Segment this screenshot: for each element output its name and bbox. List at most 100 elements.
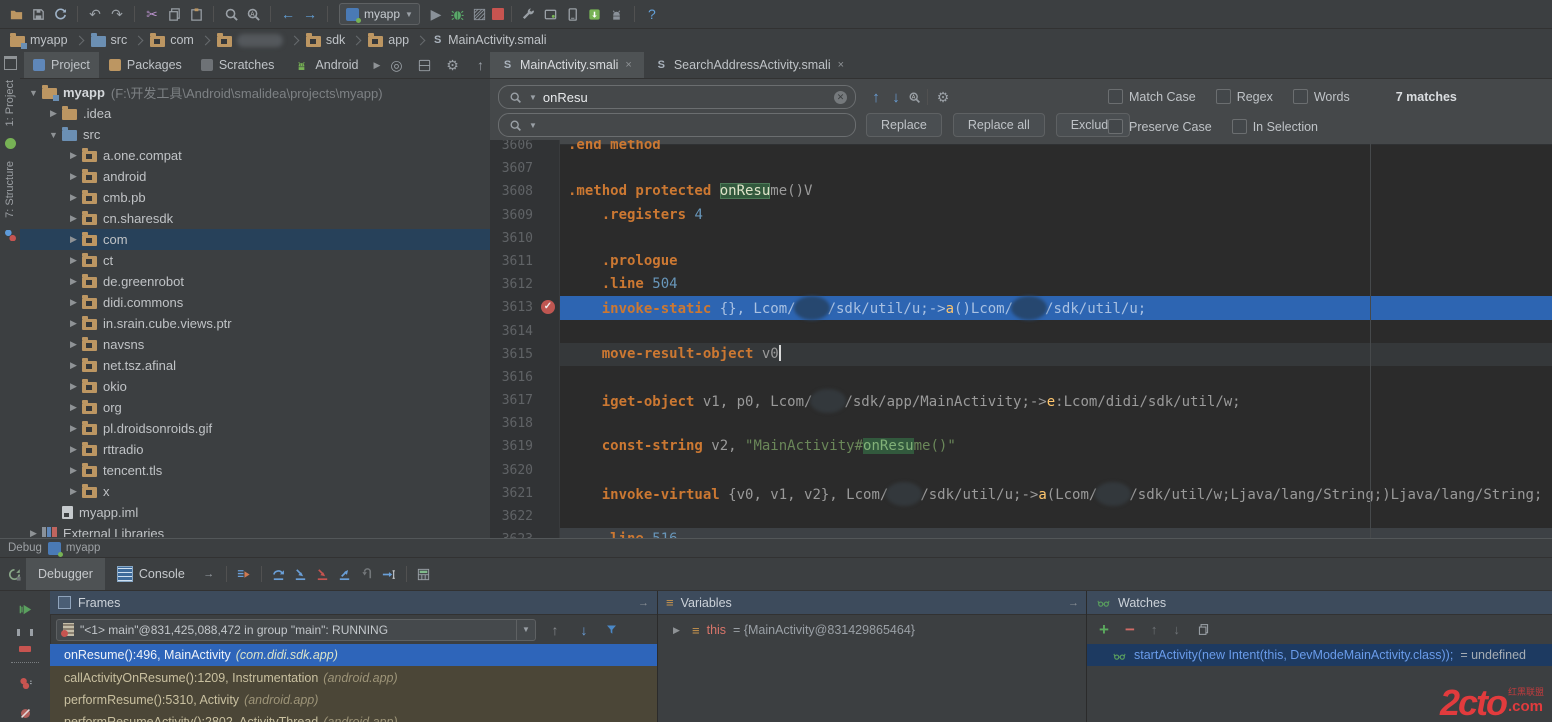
find-all-icon[interactable]: A: [906, 89, 922, 105]
duplicate-watch-icon[interactable]: [1196, 622, 1212, 638]
line-number[interactable]: 3610: [490, 227, 560, 250]
project-tree-item[interactable]: ▶tencent.tls: [20, 460, 490, 481]
expand-arrow[interactable]: ▶: [65, 213, 82, 224]
line-number[interactable]: 3618: [490, 412, 560, 435]
project-tree-item[interactable]: ▶didi.commons: [20, 292, 490, 313]
close-icon[interactable]: ×: [838, 59, 844, 71]
line-number[interactable]: 3607: [490, 157, 560, 180]
project-tree-item[interactable]: myapp.iml: [20, 502, 490, 523]
thread-select[interactable]: "<1> main"@831,425,088,472 in group "mai…: [56, 619, 536, 641]
project-tree-item[interactable]: ▶android: [20, 166, 490, 187]
line-number[interactable]: 3619: [490, 435, 560, 458]
expand-arrow[interactable]: ▼: [45, 130, 62, 140]
collapse-all-icon[interactable]: ↑: [471, 55, 491, 75]
frame-up-icon[interactable]: ↑: [545, 620, 565, 640]
checkbox[interactable]: [1108, 119, 1123, 134]
expand-arrow[interactable]: ▶: [65, 402, 82, 413]
stack-frame-row[interactable]: performResume():5310, Activity(android.a…: [50, 689, 657, 711]
project-tree-item[interactable]: ▶rttradio: [20, 439, 490, 460]
mute-breakpoints-icon[interactable]: [15, 703, 35, 722]
checkbox[interactable]: [1108, 89, 1123, 104]
attach-debugger-icon[interactable]: [563, 4, 583, 24]
expand-arrow[interactable]: ▶: [65, 192, 82, 203]
line-number[interactable]: 3612: [490, 273, 560, 296]
android-install-icon[interactable]: [585, 4, 605, 24]
project-tree-item[interactable]: ▶cn.sharesdk: [20, 208, 490, 229]
step-into-icon[interactable]: [291, 564, 311, 584]
stop-icon[interactable]: [492, 8, 504, 20]
breadcrumb-item[interactable]: src: [91, 33, 128, 47]
paste-icon[interactable]: [186, 4, 206, 24]
back-icon[interactable]: ←: [278, 4, 298, 24]
next-occurrence-icon[interactable]: ↓: [886, 87, 906, 107]
tab-project[interactable]: Project: [24, 52, 99, 78]
sync-icon[interactable]: [50, 4, 70, 24]
line-number[interactable]: 3614: [490, 320, 560, 343]
expand-arrow[interactable]: ▶: [65, 444, 82, 455]
expand-arrow[interactable]: ▶: [65, 276, 82, 287]
expand-arrow[interactable]: ▶: [65, 297, 82, 308]
expand-arrow[interactable]: ▶: [65, 381, 82, 392]
copy-icon[interactable]: [164, 4, 184, 24]
move-watch-down-icon[interactable]: ↓: [1173, 622, 1180, 637]
checkbox[interactable]: [1293, 89, 1308, 104]
option-words[interactable]: Words: [1293, 89, 1350, 104]
undo-icon[interactable]: ↶: [85, 4, 105, 24]
chevron-down-icon[interactable]: ▼: [516, 620, 535, 640]
debug-icon[interactable]: [448, 4, 468, 24]
editor-tab[interactable]: SSearchAddressActivity.smali×: [644, 52, 856, 78]
project-tree-item[interactable]: ▶x: [20, 481, 490, 502]
evaluate-expression-icon[interactable]: [414, 564, 434, 584]
drop-frame-icon[interactable]: [357, 564, 377, 584]
find-icon[interactable]: [221, 4, 241, 24]
tab-scratches[interactable]: Scratches: [192, 52, 284, 78]
option-regex[interactable]: Regex: [1216, 89, 1273, 104]
search-input[interactable]: ▼ onResu ✕: [498, 85, 856, 109]
project-tree-item[interactable]: ▶okio: [20, 376, 490, 397]
sdk-manager-icon[interactable]: [519, 4, 539, 24]
project-tree-item[interactable]: ▶navsns: [20, 334, 490, 355]
hide-frames-filter-icon[interactable]: [603, 622, 619, 638]
help-icon[interactable]: ?: [642, 4, 662, 24]
save-icon[interactable]: [28, 4, 48, 24]
line-number[interactable]: 3606: [490, 140, 560, 157]
previous-occurrence-icon[interactable]: ↑: [866, 87, 886, 107]
line-number[interactable]: 3622: [490, 505, 560, 528]
expand-arrow[interactable]: ▼: [25, 88, 42, 98]
avd-manager-icon[interactable]: [541, 4, 561, 24]
panel-arrow-icon[interactable]: →: [1068, 597, 1079, 609]
expand-arrow[interactable]: ▶: [25, 528, 42, 537]
scroll-from-source-icon[interactable]: [415, 55, 435, 75]
replace-input[interactable]: ▼: [498, 113, 856, 137]
sidebar-item-structure[interactable]: 7: Structure: [4, 161, 16, 218]
view-breakpoints-icon[interactable]: [15, 673, 35, 693]
breadcrumb-item[interactable]: com: [150, 33, 194, 47]
replace-button[interactable]: Replace: [866, 113, 942, 137]
search-settings-gear-icon[interactable]: ⚙: [933, 87, 953, 107]
stop-icon[interactable]: [19, 646, 31, 653]
forward-icon[interactable]: →: [300, 4, 320, 24]
project-tree-item[interactable]: ▶net.tsz.afinal: [20, 355, 490, 376]
tab-packages[interactable]: Packages: [100, 52, 191, 78]
project-tree-item[interactable]: ▶org: [20, 397, 490, 418]
force-step-into-icon[interactable]: [313, 564, 333, 584]
sidebar-item-project[interactable]: 1: Project: [4, 80, 16, 126]
clear-search-icon[interactable]: ✕: [834, 91, 847, 104]
debug-session-tab[interactable]: myapp: [48, 542, 101, 555]
project-tree-item[interactable]: ▶ct: [20, 250, 490, 271]
project-tree-item[interactable]: ▼myapp(F:\开发工具\Android\smalidea\projects…: [20, 82, 490, 103]
line-number[interactable]: 3623: [490, 528, 560, 538]
locate-icon[interactable]: ◎: [387, 55, 407, 75]
close-icon[interactable]: ×: [625, 59, 631, 71]
line-number[interactable]: 3620: [490, 459, 560, 482]
expand-arrow[interactable]: ▶: [65, 234, 82, 245]
breadcrumb-item[interactable]: [217, 34, 283, 47]
replace-all-button[interactable]: Replace all: [953, 113, 1045, 137]
redo-icon[interactable]: ↷: [107, 4, 127, 24]
search-history-chevron-icon[interactable]: ▼: [529, 93, 537, 102]
line-number[interactable]: 3617: [490, 389, 560, 412]
replace-icon[interactable]: A: [243, 4, 263, 24]
breadcrumb-item[interactable]: SMainActivity.smali: [432, 33, 546, 47]
editor-tab[interactable]: SMainActivity.smali×: [490, 52, 644, 78]
promote-tab-icon[interactable]: →: [199, 564, 219, 584]
